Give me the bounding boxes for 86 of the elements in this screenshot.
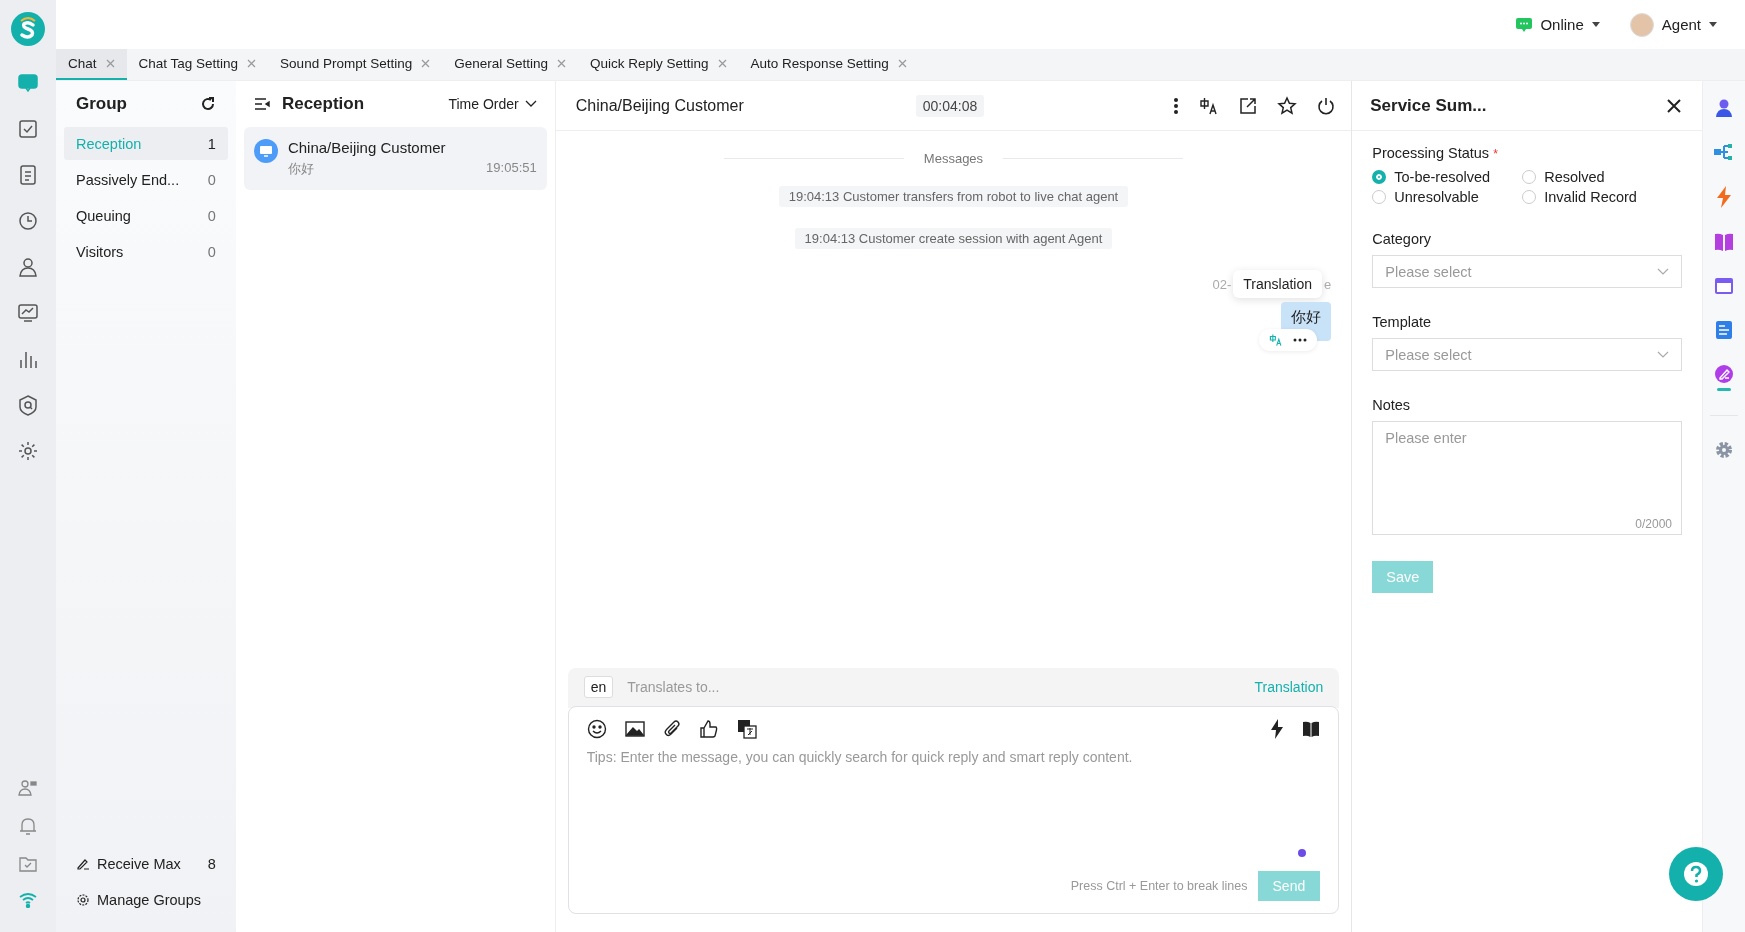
question-mark-icon: [1681, 859, 1711, 889]
tab[interactable]: Auto Response Setting: [738, 49, 919, 80]
field-label: Processing Status: [1372, 145, 1490, 161]
chevron-down-icon[interactable]: [524, 100, 537, 108]
agent-card-icon[interactable]: [18, 778, 38, 798]
shield-icon[interactable]: [16, 393, 40, 417]
chevron-down-icon: [1657, 350, 1669, 359]
receive-max-value: 8: [207, 856, 216, 872]
hierarchy-icon[interactable]: [1714, 142, 1734, 162]
paperclip-icon[interactable]: [662, 719, 681, 739]
list-collapse-icon[interactable]: [253, 97, 270, 111]
desktop-icon: [253, 139, 278, 163]
group-item[interactable]: Queuing 0: [64, 199, 228, 232]
star-icon[interactable]: [1277, 95, 1298, 116]
tab[interactable]: Sound Prompt Setting: [268, 49, 443, 80]
language-tag[interactable]: en: [583, 676, 614, 698]
group-item[interactable]: Reception 1: [64, 127, 228, 160]
system-message: 19:04:13 Customer create session with agent Agent: [794, 228, 1113, 249]
line-break-hint: Press Ctrl + Enter to break lines: [1070, 879, 1248, 893]
system-message: 19:04:13 Customer transfers from robot to live chat agent: [778, 186, 1129, 207]
more-icon[interactable]: [1173, 96, 1180, 115]
panel-title: Service Sum...: [1370, 95, 1487, 116]
caret-icon: [1591, 22, 1600, 27]
translation-bar[interactable]: en Translates to... Translation: [567, 668, 1340, 708]
tab[interactable]: General Setting: [442, 49, 578, 80]
emoji-icon[interactable]: [586, 719, 607, 739]
more-icon[interactable]: [1293, 338, 1308, 342]
status-dropdown[interactable]: Online: [1516, 16, 1600, 33]
manage-groups-link[interactable]: Manage Groups: [97, 892, 201, 908]
folder-check-icon[interactable]: [18, 854, 38, 874]
group-item[interactable]: Passively End... 0: [64, 163, 228, 196]
browser-window-icon[interactable]: [1714, 276, 1734, 296]
tab[interactable]: Chat: [56, 49, 127, 80]
image-icon[interactable]: [624, 720, 645, 738]
translate-icon[interactable]: [1199, 95, 1220, 116]
session-item[interactable]: China/Beijing Customer 你好 19:05:51: [243, 127, 547, 190]
avatar-icon: [1629, 12, 1654, 37]
lightning-icon[interactable]: [1270, 719, 1285, 739]
edit-icon[interactable]: [1714, 364, 1734, 384]
power-icon[interactable]: [1317, 96, 1336, 115]
pen-icon: [76, 857, 90, 871]
sort-dropdown[interactable]: Time Order: [448, 96, 537, 112]
book-icon[interactable]: [1302, 720, 1321, 738]
status-radio[interactable]: Invalid Record: [1522, 189, 1682, 205]
tooltip: Translation: [1233, 270, 1322, 298]
thumbs-up-icon[interactable]: [698, 719, 719, 739]
document-icon[interactable]: [1715, 320, 1733, 340]
messages-divider-label: Messages: [923, 151, 984, 166]
task-icon[interactable]: [16, 117, 40, 141]
status-radio[interactable]: Resolved: [1522, 169, 1682, 185]
character-counter: 0/2000: [1635, 517, 1672, 531]
status-radio[interactable]: To-be-resolved: [1372, 169, 1523, 185]
chat-title: China/Beijing Customer: [575, 96, 744, 115]
field-label: Category: [1372, 231, 1433, 247]
close-icon[interactable]: [1666, 97, 1682, 114]
bell-icon[interactable]: [18, 816, 38, 836]
reception-title: Reception: [281, 94, 365, 114]
translate-icon[interactable]: [736, 719, 757, 739]
caret-icon: [1709, 22, 1717, 27]
translate-input[interactable]: Translates to...: [625, 678, 1243, 696]
help-button[interactable]: [1669, 847, 1723, 901]
field-label: Notes: [1372, 397, 1412, 413]
required-mark: *: [1493, 147, 1498, 161]
share-icon[interactable]: [1239, 96, 1258, 115]
chat-status-icon: [1516, 17, 1533, 32]
logo-icon: [11, 12, 45, 46]
person-icon[interactable]: [1714, 98, 1734, 118]
status-dot-icon: [1298, 849, 1307, 857]
status-radio[interactable]: Unresolvable: [1372, 189, 1523, 205]
tab[interactable]: Quick Reply Setting: [578, 49, 739, 80]
user-menu[interactable]: Agent: [1629, 12, 1717, 37]
field-label: Template: [1372, 314, 1433, 330]
session-timer: 00:04:08: [915, 94, 985, 117]
wifi-icon: [18, 892, 38, 908]
group-title: Group: [76, 94, 127, 114]
group-item[interactable]: Visitors 0: [64, 235, 228, 268]
message-meta: e: [1324, 276, 1332, 292]
tab[interactable]: Chat Tag Setting: [126, 49, 269, 80]
radio-icon[interactable]: [1372, 170, 1387, 184]
message-meta: 02-: [1212, 276, 1232, 292]
person-icon[interactable]: [16, 255, 40, 279]
history-icon[interactable]: [16, 209, 40, 233]
refresh-icon[interactable]: [199, 96, 216, 112]
chevron-down-icon: [1657, 267, 1669, 276]
monitor-icon[interactable]: [16, 301, 40, 325]
receive-max-label: Receive Max: [97, 856, 181, 872]
